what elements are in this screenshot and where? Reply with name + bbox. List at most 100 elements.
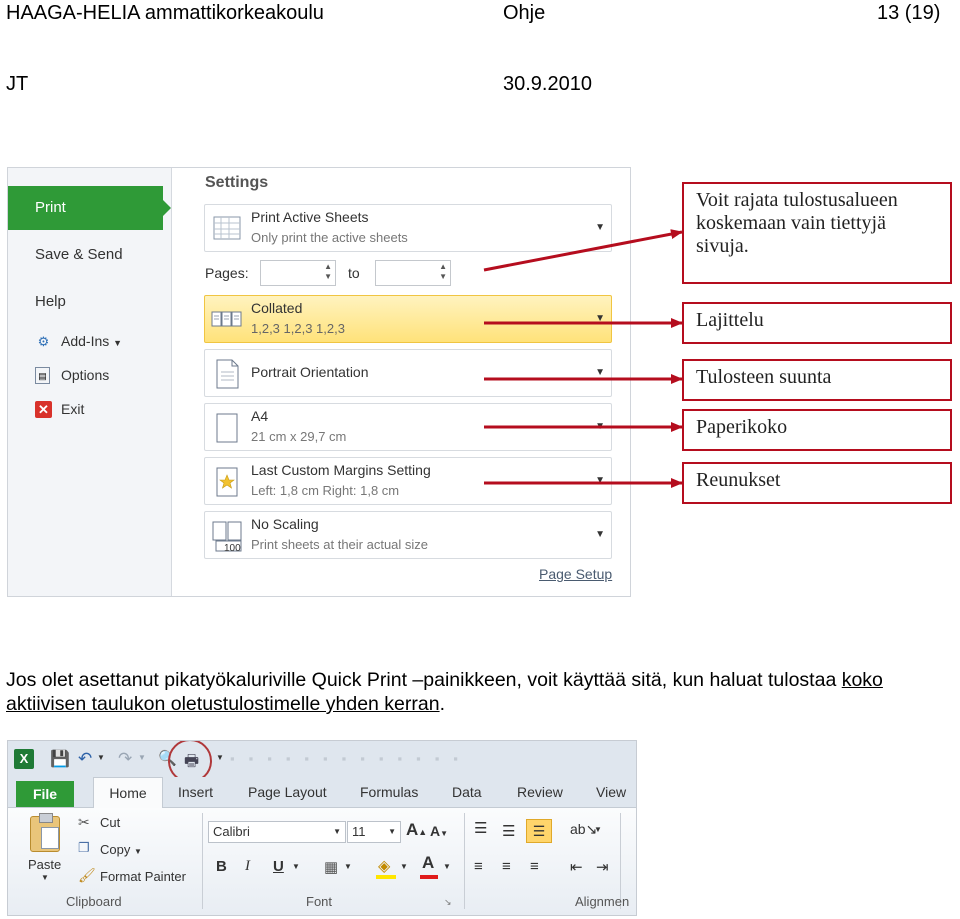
font-name-select[interactable]: Calibri ▼ <box>208 821 346 843</box>
dialog-launcher-icon[interactable]: ↘ <box>444 897 452 908</box>
customize-qat-icon[interactable]: ▼ <box>216 753 224 762</box>
callout-margins: Reunukset <box>682 462 952 504</box>
nav-add-ins[interactable]: Add-Ins ▼ <box>61 333 122 349</box>
align-bottom-icon[interactable]: ☰ <box>526 819 552 843</box>
chevron-down-icon[interactable]: ▼ <box>443 862 451 871</box>
fill-color-swatch <box>376 875 396 879</box>
pages-from-spinner[interactable]: ▲ ▼ <box>260 260 336 286</box>
tab-view[interactable]: View <box>596 784 626 800</box>
format-painter-button[interactable]: Format Painter <box>100 869 186 884</box>
tab-insert[interactable]: Insert <box>178 784 213 800</box>
nav-exit[interactable]: Exit <box>61 401 84 417</box>
nav-print[interactable]: Print <box>8 186 171 230</box>
margins-sub: Left: 1,8 cm Right: 1,8 cm <box>251 483 400 498</box>
align-right-icon[interactable]: ≡ <box>530 858 539 875</box>
tab-formulas[interactable]: Formulas <box>360 784 418 800</box>
print-backstage-screenshot: Print Save & Send Help ⚙ Add-Ins ▼ ▤ Opt… <box>7 167 631 597</box>
tab-file[interactable]: File <box>16 781 74 807</box>
addins-gear-icon: ⚙ <box>37 334 50 349</box>
tab-data[interactable]: Data <box>452 784 482 800</box>
fill-color-icon[interactable]: ◈ <box>378 856 390 876</box>
backstage-sidebar: Print Save & Send Help ⚙ Add-Ins ▼ ▤ Opt… <box>8 168 172 596</box>
copy-button[interactable]: Copy ▼ <box>100 842 142 857</box>
group-label-alignment: Alignmen <box>575 894 630 909</box>
redo-icon[interactable]: ↷ <box>118 749 132 769</box>
scaling-dropdown[interactable]: 100 No Scaling Print sheets at their act… <box>204 511 612 559</box>
chevron-down-icon: ▼ <box>595 529 605 540</box>
orientation-title: Portrait Orientation <box>251 364 369 380</box>
chevron-down-icon: ▼ <box>595 367 605 378</box>
paper-title: A4 <box>251 408 269 424</box>
cut-scissors-icon: ✂ <box>78 814 90 830</box>
header-school: HAAGA-HELIA ammattikorkeakoulu <box>6 2 324 24</box>
tab-page-layout[interactable]: Page Layout <box>248 784 327 800</box>
group-label-font: Font <box>306 894 333 909</box>
chevron-down-icon[interactable]: ▼ <box>97 753 105 762</box>
excel-logo-icon: X <box>14 749 34 769</box>
margins-star-icon <box>216 467 238 497</box>
align-left-icon[interactable]: ≡ <box>474 858 483 875</box>
align-top-icon[interactable]: ☰ <box>474 819 487 837</box>
chevron-down-icon[interactable]: ▼ <box>594 825 602 834</box>
shrink-font-icon[interactable]: A▼ <box>430 823 448 839</box>
underline-icon[interactable]: U <box>273 858 284 875</box>
header-date: 30.9.2010 <box>503 73 592 95</box>
group-label-clipboard: Clipboard <box>66 894 122 909</box>
chevron-down-icon: ▼ <box>138 753 146 762</box>
save-icon[interactable]: 💾 <box>50 749 70 769</box>
paste-clipboard-icon[interactable] <box>30 813 60 852</box>
paste-button[interactable]: Paste <box>28 857 61 872</box>
scaling-sub: Print sheets at their actual size <box>251 537 429 552</box>
align-middle-icon[interactable]: ☰ <box>502 822 515 840</box>
tab-home[interactable]: Home <box>93 777 163 808</box>
portrait-page-icon <box>216 359 239 389</box>
cut-button[interactable]: Cut <box>100 815 120 830</box>
pages-label: Pages: <box>205 265 249 281</box>
orientation-dropdown[interactable]: Portrait Orientation ▼ <box>204 349 612 397</box>
chevron-down-icon: ▼ <box>595 313 605 324</box>
align-center-icon[interactable]: ≡ <box>502 858 511 875</box>
pages-to-spinner[interactable]: ▲ ▼ <box>375 260 451 286</box>
faded-toolbar-icons: ▪▪▪▪▪▪▪▪▪▪▪▪▪ <box>230 751 472 766</box>
body-paragraph: Jos olet asettanut pikatyökaluriville Qu… <box>6 668 956 716</box>
borders-icon[interactable]: ▦ <box>324 858 338 876</box>
options-icon: ▤ <box>35 367 50 384</box>
margins-dropdown[interactable]: Last Custom Margins Setting Left: 1,8 cm… <box>204 457 612 505</box>
bold-icon[interactable]: B <box>216 858 227 875</box>
nav-help[interactable]: Help <box>35 293 66 310</box>
format-painter-brush-icon: 🖌 <box>78 867 96 883</box>
chevron-down-icon[interactable]: ▼ <box>292 862 300 871</box>
font-color-swatch <box>420 875 438 879</box>
decrease-indent-icon[interactable]: ⇤ <box>570 858 583 876</box>
collate-icon <box>211 311 242 327</box>
spinner-arrows-icon: ▲ ▼ <box>324 262 332 281</box>
margins-title: Last Custom Margins Setting <box>251 462 431 478</box>
tab-review[interactable]: Review <box>517 784 563 800</box>
callout-collate: Lajittelu <box>682 302 952 344</box>
callout-paper-size: Paperikoko <box>682 409 952 451</box>
increase-indent-icon[interactable]: ⇥ <box>596 858 609 876</box>
scaling-title: No Scaling <box>251 516 319 532</box>
paper-size-dropdown[interactable]: A4 21 cm x 29,7 cm ▼ <box>204 403 612 451</box>
undo-icon[interactable]: ↶ <box>78 749 92 769</box>
chevron-down-icon[interactable]: ▼ <box>344 862 352 871</box>
exit-icon: ✕ <box>35 401 52 418</box>
chevron-down-icon[interactable]: ▼ <box>400 862 408 871</box>
settings-title: Settings <box>205 174 269 191</box>
paragraph-text: Jos olet asettanut pikatyökaluriville Qu… <box>6 669 842 691</box>
grow-font-icon[interactable]: A▲ <box>406 820 427 840</box>
collated-dropdown[interactable]: Collated 1,2,3 1,2,3 1,2,3 ▼ <box>204 295 612 343</box>
excel-ribbon-screenshot: X 💾 ↶ ▼ ↷ ▼ 🔍 🖶 ▼ ▪▪▪▪▪▪▪▪▪▪▪▪▪ File Hom… <box>7 740 637 916</box>
callout-print-area: Voit rajata tulostusalueen koskemaan vai… <box>682 182 952 284</box>
to-label: to <box>348 265 360 281</box>
collated-title: Collated <box>251 300 303 316</box>
font-color-icon[interactable]: A <box>422 853 434 873</box>
page-setup-link[interactable]: Page Setup <box>539 566 612 582</box>
italic-icon[interactable]: I <box>245 858 250 875</box>
font-size-select[interactable]: 11 ▼ <box>347 821 401 843</box>
nav-save-send[interactable]: Save & Send <box>35 246 123 263</box>
chevron-down-icon: ▼ <box>595 475 605 486</box>
print-active-sheets-dropdown[interactable]: Print Active Sheets Only print the activ… <box>204 204 612 252</box>
nav-options[interactable]: Options <box>61 367 109 383</box>
spinner-arrows-icon: ▲ ▼ <box>439 262 447 281</box>
